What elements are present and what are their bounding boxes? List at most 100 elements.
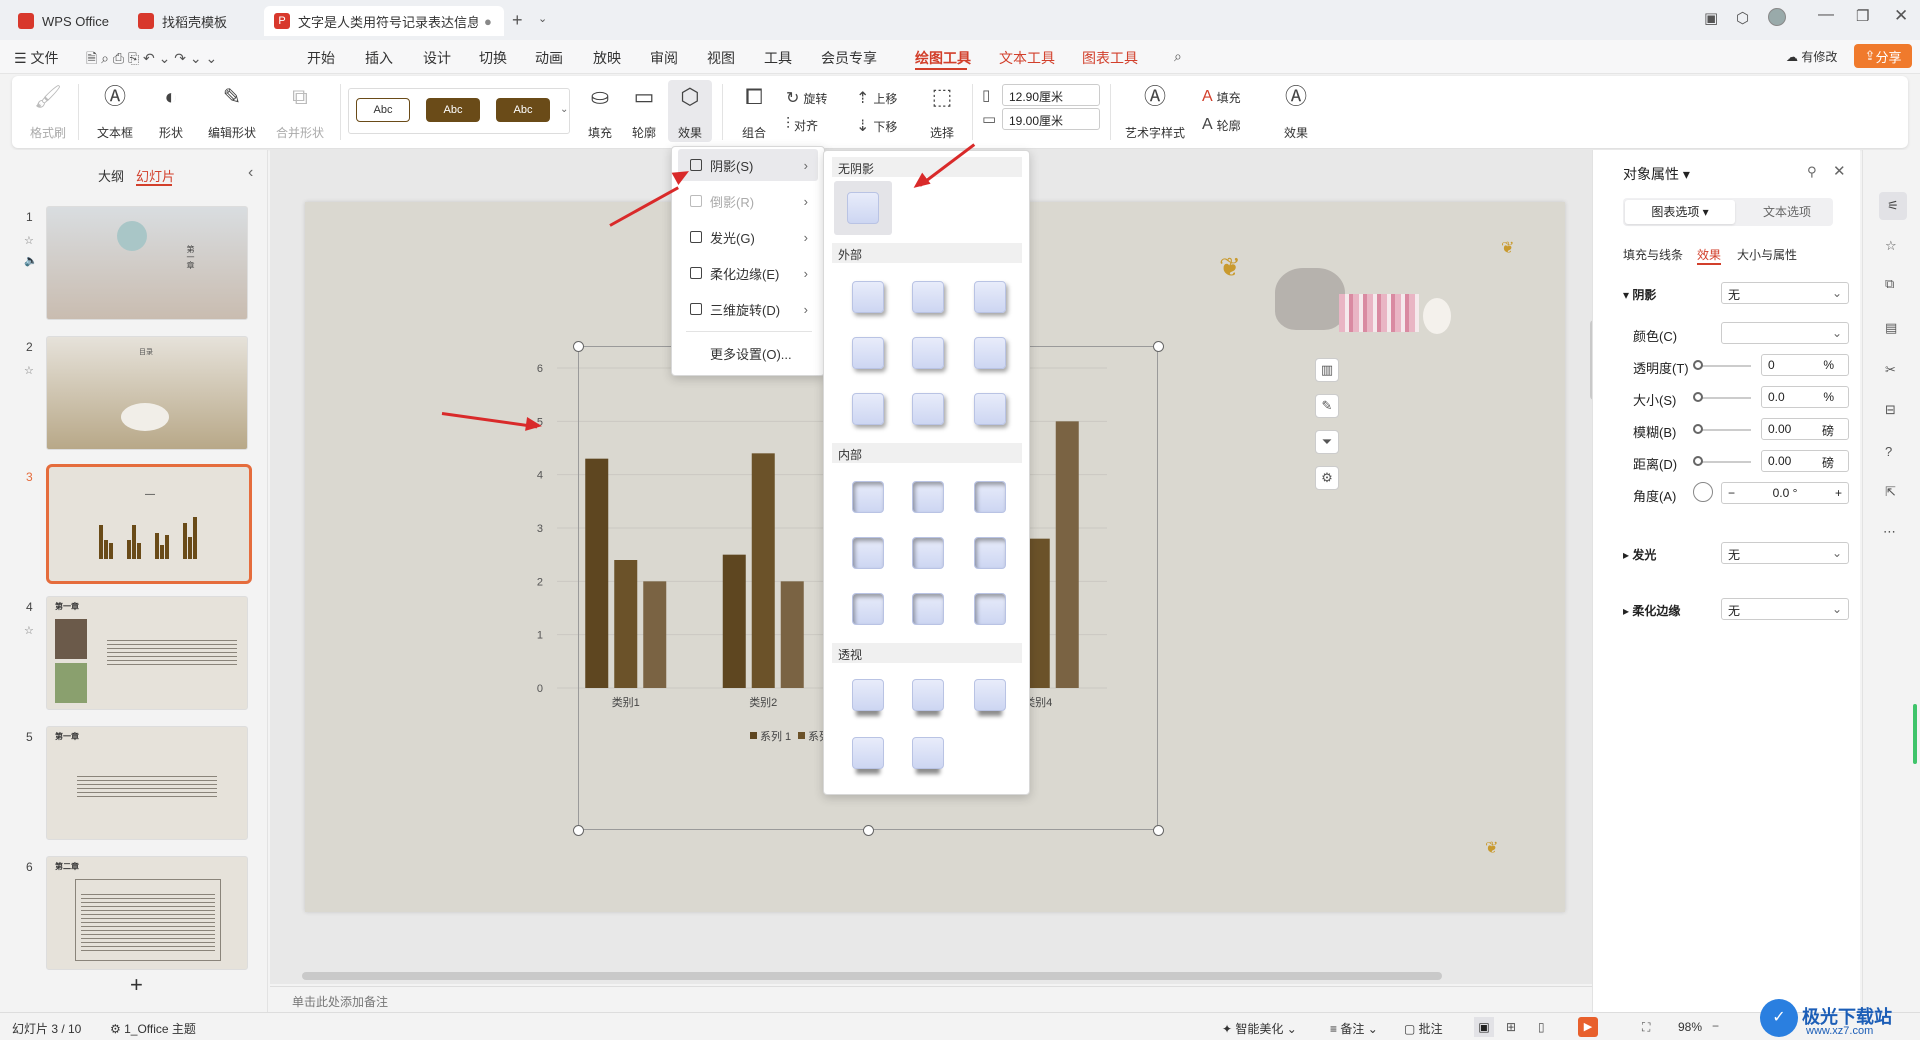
cube-icon[interactable]: ⬡: [1736, 9, 1749, 27]
inner-shadow-1[interactable]: [852, 481, 884, 513]
menu-soft-edge[interactable]: 柔化边缘(E) ›: [678, 257, 818, 289]
size-input[interactable]: 0.0%: [1761, 386, 1849, 408]
menu-insert[interactable]: 插入: [365, 48, 393, 68]
avatar[interactable]: [1768, 8, 1786, 26]
theme-name[interactable]: ⚙ 1_Office 主题: [110, 1020, 196, 1037]
rotate-button[interactable]: ↻ 旋转: [786, 88, 827, 108]
tab-outline[interactable]: 大纲: [98, 166, 124, 185]
outer-shadow-3[interactable]: [974, 281, 1006, 313]
merge-shape-button[interactable]: ⧉ 合并形状: [270, 84, 330, 141]
chart-settings-icon[interactable]: ⚙: [1315, 466, 1339, 490]
tools-icon[interactable]: ✂: [1885, 362, 1896, 378]
modified-status[interactable]: ☁ 有修改: [1786, 48, 1837, 65]
more-icon[interactable]: ⋯: [1883, 524, 1896, 540]
menu-more-settings[interactable]: 更多设置(O)...: [678, 337, 818, 369]
transparency-input[interactable]: 0%: [1761, 354, 1849, 376]
perspective-shadow-4[interactable]: [852, 737, 884, 769]
chart-filter-icon[interactable]: ⏷: [1315, 430, 1339, 454]
inner-shadow-8[interactable]: [912, 593, 944, 625]
slider-knob[interactable]: [1693, 456, 1703, 466]
inner-shadow-6[interactable]: [974, 537, 1006, 569]
menu-chart-tools[interactable]: 图表工具: [1082, 48, 1138, 68]
height-input[interactable]: 19.00厘米: [1002, 108, 1100, 130]
send-backward-button[interactable]: ⇣ 下移: [856, 116, 897, 136]
outer-shadow-8[interactable]: [912, 393, 944, 425]
tab-template[interactable]: 找稻壳模板: [128, 6, 258, 36]
image-icon[interactable]: ▤: [1885, 320, 1897, 336]
restore-icon[interactable]: ❐: [1856, 7, 1869, 25]
angle-input[interactable]: − 0.0 ° +: [1721, 482, 1849, 504]
distance-input[interactable]: 0.00 磅: [1761, 450, 1849, 472]
resize-handle[interactable]: [863, 825, 874, 836]
section-soft-edge[interactable]: ▸ 柔化边缘: [1623, 602, 1680, 619]
perspective-shadow-1[interactable]: [852, 679, 884, 711]
group-button[interactable]: ⧠ 组合: [732, 84, 776, 141]
menu-reflection[interactable]: 倒影(R) ›: [678, 185, 818, 217]
subtab-fill-line[interactable]: 填充与线条: [1623, 246, 1683, 263]
inner-shadow-2[interactable]: [912, 481, 944, 513]
zoom-level[interactable]: 98%: [1678, 1020, 1702, 1034]
perspective-shadow-2[interactable]: [912, 679, 944, 711]
minimize-icon[interactable]: —: [1818, 6, 1834, 24]
slider-knob[interactable]: [1693, 424, 1703, 434]
section-glow[interactable]: ▸ 发光: [1623, 546, 1656, 563]
outer-shadow-6[interactable]: [974, 337, 1006, 369]
blur-input[interactable]: 0.00 磅: [1761, 418, 1849, 440]
inner-shadow-7[interactable]: [852, 593, 884, 625]
format-painter-button[interactable]: 🖌 格式刷: [28, 84, 68, 141]
tab-text-options[interactable]: 文本选项: [1743, 200, 1831, 224]
tab-chart-options[interactable]: 图表选项 ▾: [1625, 200, 1735, 224]
collapse-panel-icon[interactable]: ‹: [248, 164, 253, 182]
tab-wps-office[interactable]: WPS Office: [8, 6, 120, 36]
inner-shadow-3[interactable]: [974, 481, 1006, 513]
style-sample-2[interactable]: Abc: [426, 98, 480, 122]
menu-slideshow[interactable]: 放映: [593, 48, 621, 68]
fit-icon[interactable]: ⛶: [1642, 1020, 1650, 1035]
quick-toolbar-icons[interactable]: 🗎 ⌕ ⎙ ⎘ ↶ ⌄ ↷ ⌄ ⌄: [86, 48, 217, 72]
play-slideshow-icon[interactable]: ▶: [1578, 1017, 1598, 1037]
smart-beautify-button[interactable]: ✦ 智能美化 ⌄: [1222, 1020, 1297, 1037]
subtab-size-properties[interactable]: 大小与属性: [1737, 246, 1797, 263]
chart-elements-icon[interactable]: ▥: [1315, 358, 1339, 382]
tab-dot-icon[interactable]: ●: [484, 14, 492, 29]
layout-icon[interactable]: ▣: [1704, 9, 1718, 27]
normal-view-icon[interactable]: ▣: [1474, 1017, 1494, 1037]
horizontal-scrollbar[interactable]: [302, 972, 1442, 980]
blur-slider[interactable]: [1697, 429, 1751, 431]
bookmark-icon[interactable]: ⊟: [1885, 402, 1896, 418]
menu-view[interactable]: 视图: [707, 48, 735, 68]
section-shadow[interactable]: ▾ 阴影: [1623, 286, 1656, 303]
file-menu[interactable]: ☰ 文件: [14, 48, 58, 68]
effect-button[interactable]: ⬡ 效果: [668, 80, 712, 142]
comment-button[interactable]: ▢ 批注: [1404, 1020, 1443, 1037]
bring-forward-button[interactable]: ⇡ 上移: [856, 88, 897, 108]
menu-design[interactable]: 设计: [423, 48, 451, 68]
perspective-shadow-5[interactable]: [912, 737, 944, 769]
outer-shadow-9[interactable]: [974, 393, 1006, 425]
outer-shadow-4[interactable]: [852, 337, 884, 369]
gallery-more-icon[interactable]: ⌄: [560, 104, 568, 115]
menu-text-tools[interactable]: 文本工具: [999, 48, 1055, 68]
tab-list-icon[interactable]: ⌄: [538, 12, 547, 25]
star-icon[interactable]: ☆: [1885, 238, 1897, 254]
panel-title[interactable]: 对象属性 ▾: [1623, 164, 1690, 184]
outer-shadow-5[interactable]: [912, 337, 944, 369]
add-slide-button[interactable]: +: [130, 972, 143, 998]
slide-thumb-3[interactable]: —: [46, 464, 252, 584]
resize-handle[interactable]: [1153, 341, 1164, 352]
menu-member[interactable]: 会员专享: [821, 48, 877, 68]
inner-shadow-9[interactable]: [974, 593, 1006, 625]
resize-handle[interactable]: [1153, 825, 1164, 836]
copy-icon[interactable]: ⧉: [1885, 276, 1894, 292]
properties-icon[interactable]: ⚟: [1879, 192, 1907, 220]
menu-home[interactable]: 开始: [307, 48, 335, 68]
pin-icon[interactable]: ⚲: [1807, 164, 1817, 180]
notes-button[interactable]: ≡ 备注 ⌄: [1330, 1020, 1378, 1037]
minus-icon[interactable]: −: [1728, 486, 1735, 500]
menu-transition[interactable]: 切换: [479, 48, 507, 68]
slide-thumb-1[interactable]: 第一章: [46, 206, 248, 320]
tab-slides[interactable]: 幻灯片: [136, 166, 175, 186]
distance-slider[interactable]: [1697, 461, 1751, 463]
color-select[interactable]: ⌄: [1721, 322, 1849, 344]
no-shadow-option[interactable]: [834, 181, 892, 235]
